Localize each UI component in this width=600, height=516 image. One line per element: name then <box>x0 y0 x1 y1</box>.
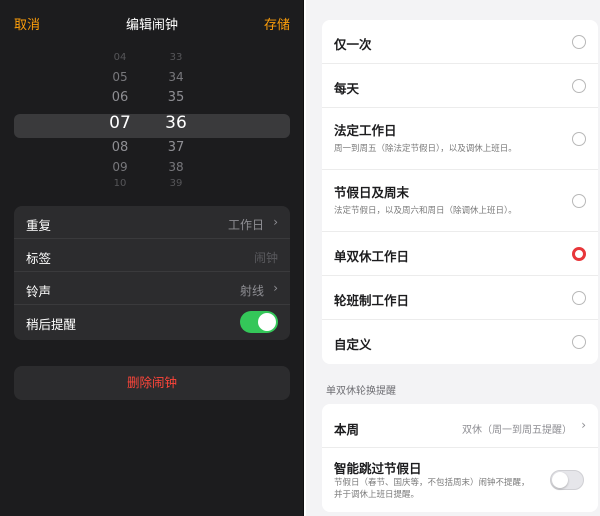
label-label: 标签 <box>26 251 52 266</box>
hour-value: 05 <box>112 70 128 84</box>
chevron-right-icon: › <box>273 281 278 295</box>
snooze-row: 稍后提醒 <box>14 305 290 338</box>
toggle-knob <box>552 472 568 488</box>
skip-holiday-row: 智能跳过节假日 节假日（春节、国庆等，不包括周末）闹钟不提醒，并于调休上班日提醒… <box>322 448 598 512</box>
delete-alarm-button[interactable]: 删除闹钟 <box>14 366 290 400</box>
option-title: 法定工作日 <box>334 123 397 138</box>
repeat-options-panel: 仅一次 每天 法定工作日 周一到周五（除法定节假日），以及调休上班日。 节假日及周末 法定… <box>306 0 600 516</box>
snooze-toggle[interactable] <box>240 311 278 333</box>
picker-selection-highlight <box>14 114 290 138</box>
section-header: 单双休轮换提醒 <box>326 386 396 397</box>
chevron-right-icon: › <box>273 215 278 229</box>
repeat-value: 工作日 <box>227 218 264 232</box>
hour-value: 04 <box>113 52 127 63</box>
minute-value: 39 <box>169 178 183 189</box>
minute-value: 34 <box>168 70 184 84</box>
hour-value: 06 <box>111 90 129 105</box>
option-description: 周一到周五（除法定节假日），以及调休上班日。 <box>334 144 517 154</box>
minute-value: 36 <box>165 113 187 133</box>
repeat-option[interactable]: 轮班制工作日 <box>322 276 598 320</box>
minute-value: 38 <box>168 160 184 174</box>
hour-value: 09 <box>112 160 128 174</box>
repeat-option[interactable]: 节假日及周末法定节假日，以及周六和周日（除调休上班日）。 <box>322 170 598 232</box>
label-value[interactable]: 闹钟 <box>254 249 278 266</box>
skip-holiday-toggle[interactable] <box>550 470 584 490</box>
this-week-label: 本周 <box>334 422 360 437</box>
option-title: 轮班制工作日 <box>334 293 410 308</box>
option-title: 仅一次 <box>334 37 372 52</box>
chevron-right-icon: › <box>581 418 586 432</box>
option-title: 单双休工作日 <box>334 249 410 264</box>
minute-value: 35 <box>167 90 185 105</box>
snooze-label: 稍后提醒 <box>26 317 77 332</box>
minute-value: 33 <box>169 52 183 63</box>
option-description: 法定节假日，以及周六和周日（除调休上班日）。 <box>334 206 517 216</box>
repeat-option[interactable]: 每天 <box>322 64 598 108</box>
time-picker[interactable]: 04 05 06 07 08 09 10 33 34 35 36 37 38 39 <box>0 52 304 194</box>
sound-row[interactable]: 铃声 射线 › <box>14 272 290 305</box>
option-title: 每天 <box>334 81 360 96</box>
radio-icon[interactable] <box>572 79 586 93</box>
radio-selected-icon[interactable] <box>572 247 586 261</box>
repeat-option[interactable]: 自定义 <box>322 320 598 364</box>
option-title: 节假日及周末 <box>334 185 410 200</box>
this-week-row[interactable]: 本周 双休（周一到周五提醒） › <box>322 404 598 448</box>
edit-alarm-panel: 取消 编辑闹钟 存储 04 05 06 07 08 09 10 33 34 35 36 37 38 39… <box>0 0 304 516</box>
radio-icon[interactable] <box>572 291 586 305</box>
hour-value: 08 <box>111 140 129 155</box>
skip-holiday-label: 智能跳过节假日 <box>334 461 422 476</box>
radio-icon[interactable] <box>572 335 586 349</box>
repeat-option[interactable]: 仅一次 <box>322 20 598 64</box>
repeat-row[interactable]: 重复 工作日 › <box>14 206 290 239</box>
repeat-options-list: 仅一次 每天 法定工作日 周一到周五（除法定节假日），以及调休上班日。 节假日及周末 法定… <box>322 20 598 364</box>
this-week-value: 双休（周一到周五提醒） <box>462 425 572 436</box>
toggle-knob <box>258 313 276 331</box>
hour-value: 07 <box>109 113 131 133</box>
sound-label: 铃声 <box>26 284 52 299</box>
repeat-option[interactable]: 单双休工作日 <box>322 232 598 276</box>
radio-icon[interactable] <box>572 132 586 146</box>
rotation-settings: 本周 双休（周一到周五提醒） › 智能跳过节假日 节假日（春节、国庆等，不包括周… <box>322 404 598 512</box>
repeat-label: 重复 <box>26 218 52 233</box>
label-row[interactable]: 标签 闹钟 <box>14 239 290 272</box>
option-title: 自定义 <box>334 337 372 352</box>
minute-value: 37 <box>167 140 185 155</box>
page-title: 编辑闹钟 <box>125 18 178 33</box>
nav-bar: 取消 编辑闹钟 存储 <box>0 0 304 48</box>
hour-value: 10 <box>113 178 127 189</box>
skip-holiday-description: 节假日（春节、国庆等，不包括周末）闹钟不提醒，并于调休上班日提醒。 <box>334 478 530 500</box>
save-button[interactable]: 存储 <box>264 14 290 33</box>
repeat-option[interactable]: 法定工作日周一到周五（除法定节假日），以及调休上班日。 <box>322 108 598 170</box>
alarm-settings-group: 重复 工作日 › 标签 闹钟 铃声 射线 › 稍后提醒 <box>14 206 290 340</box>
sound-value: 射线 <box>239 284 264 298</box>
radio-icon[interactable] <box>572 35 586 49</box>
radio-icon[interactable] <box>572 194 586 208</box>
